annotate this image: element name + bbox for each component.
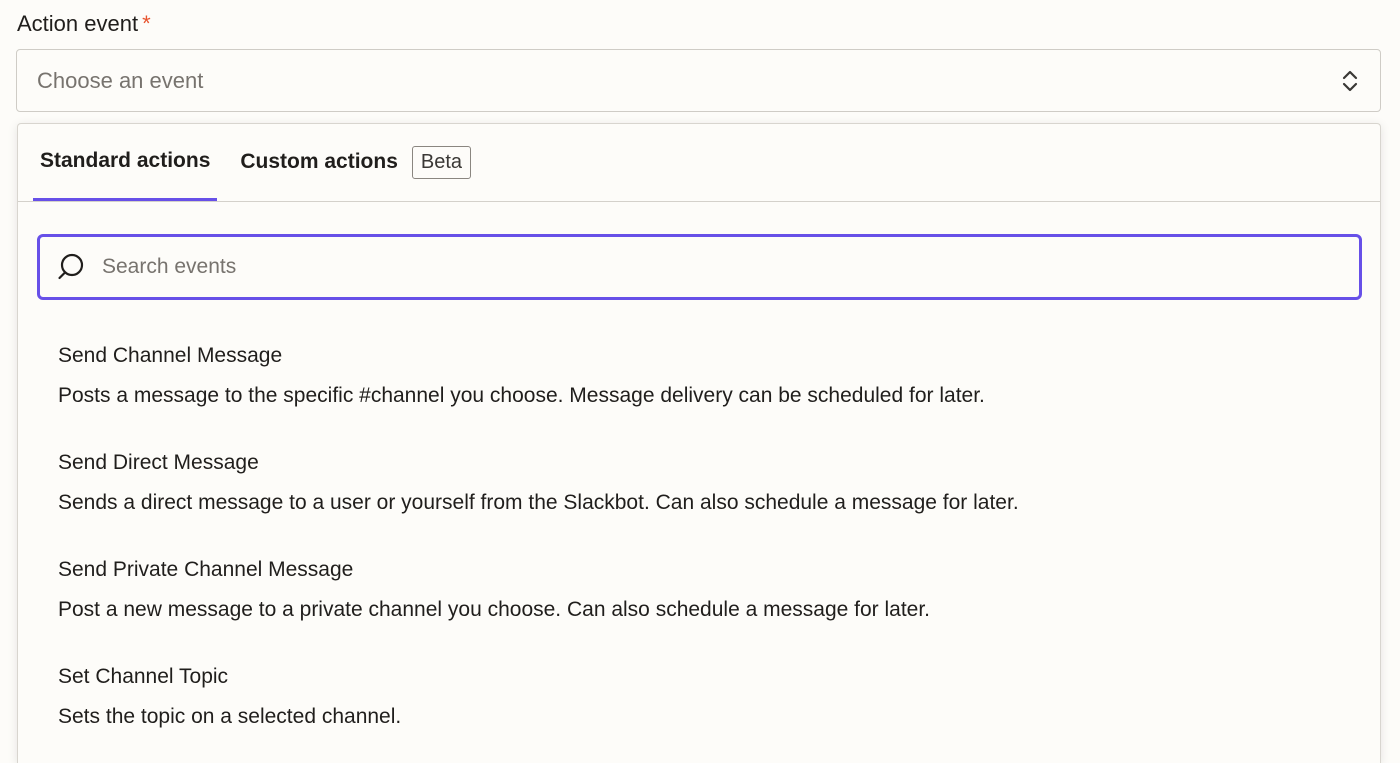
search-box[interactable]	[37, 234, 1362, 300]
event-title: Send Private Channel Message	[58, 558, 354, 581]
field-label: Action event *	[17, 11, 151, 37]
event-title: Set Channel Topic	[58, 665, 229, 688]
tab-label: Custom actions	[240, 150, 398, 173]
event-title: Send Channel Message	[58, 344, 283, 367]
event-select-placeholder: Choose an event	[37, 67, 204, 93]
event-select[interactable]: Choose an event	[16, 49, 1381, 112]
tab-standard-actions[interactable]: Standard actions	[33, 124, 218, 201]
search-icon	[56, 252, 86, 282]
beta-badge: Beta	[411, 145, 472, 179]
tab-bar: Standard actions Custom actions Beta	[18, 124, 1380, 202]
chevron-up-down-icon	[1340, 67, 1360, 95]
tab-label: Standard actions	[40, 149, 211, 172]
field-label-text: Action event	[17, 11, 139, 36]
event-dropdown: Standard actions Custom actions Beta Sen…	[17, 123, 1381, 763]
event-item-set-channel-topic[interactable]: Set Channel Topic Sets the topic on a se…	[18, 645, 1380, 752]
event-item-send-direct-message[interactable]: Send Direct Message Sends a direct messa…	[18, 431, 1380, 538]
event-title: Send Direct Message	[58, 451, 259, 474]
event-description: Sends a direct message to a user or your…	[58, 491, 1019, 514]
event-item-send-private-channel-message[interactable]: Send Private Channel Message Post a new …	[18, 538, 1380, 645]
event-item-send-channel-message[interactable]: Send Channel Message Posts a message to …	[18, 324, 1380, 431]
event-description: Posts a message to the specific #channel…	[58, 384, 985, 407]
event-description: Sets the topic on a selected channel.	[58, 705, 402, 728]
event-list: Send Channel Message Posts a message to …	[18, 324, 1380, 752]
tab-custom-actions[interactable]: Custom actions Beta	[233, 124, 478, 200]
required-mark: *	[142, 11, 151, 36]
event-description: Post a new message to a private channel …	[58, 598, 931, 621]
search-input[interactable]	[102, 255, 1302, 279]
